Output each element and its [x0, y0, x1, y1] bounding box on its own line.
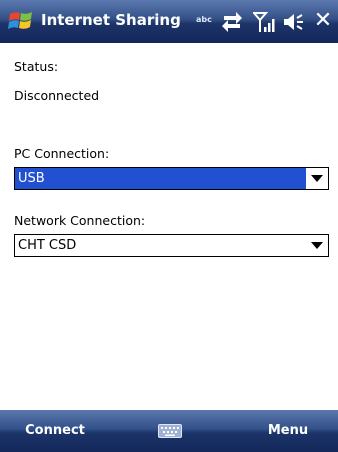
window-title: Internet Sharing	[41, 11, 181, 29]
network-connection-dropdown[interactable]: CHT CSD	[14, 234, 329, 257]
status-label: Status:	[14, 59, 59, 74]
network-connection-value: CHT CSD	[18, 238, 77, 253]
close-button[interactable]: ✕	[310, 8, 336, 34]
pc-connection-dropdown[interactable]: USB	[14, 167, 329, 190]
status-value: Disconnected	[14, 88, 100, 103]
input-mode-indicator[interactable]: abc	[196, 15, 212, 37]
pc-connection-label: PC Connection:	[14, 146, 110, 161]
sync-arrows-icon[interactable]	[220, 11, 244, 33]
network-connection-label: Network Connection:	[14, 213, 146, 228]
chevron-down-icon	[311, 242, 323, 249]
softkey-bar: Connect Menu	[0, 410, 338, 452]
keyboard-icon[interactable]	[158, 424, 182, 438]
dropdown-arrow[interactable]	[306, 168, 328, 189]
chevron-down-icon	[311, 175, 323, 182]
menu-softkey[interactable]: Menu	[238, 410, 338, 452]
windows-start-icon[interactable]	[8, 9, 34, 33]
dropdown-arrow[interactable]	[306, 235, 328, 256]
close-icon: ✕	[313, 8, 333, 33]
title-bar: Internet Sharing abc ✕	[0, 0, 338, 43]
connect-softkey[interactable]: Connect	[0, 410, 110, 452]
pc-connection-value: USB	[18, 171, 45, 186]
signal-strength-icon[interactable]	[253, 11, 275, 33]
volume-icon[interactable]	[282, 11, 304, 33]
